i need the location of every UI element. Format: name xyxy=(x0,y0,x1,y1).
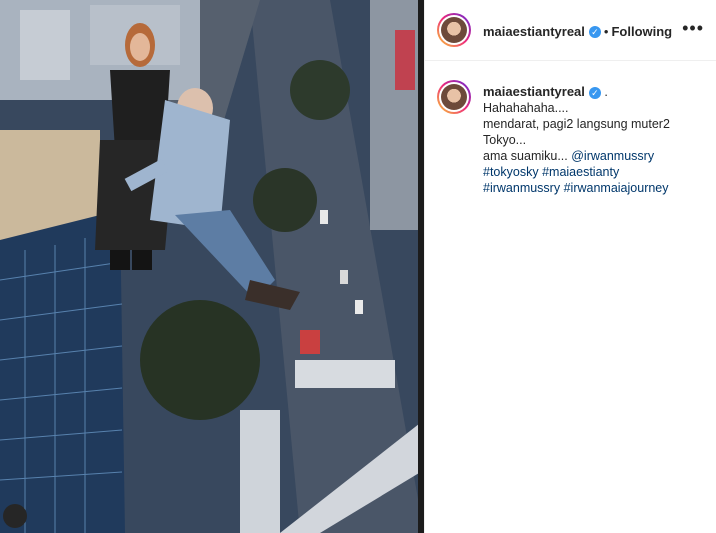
caption-trailing-dot: . xyxy=(604,85,608,99)
tagged-users-icon[interactable] xyxy=(3,504,27,528)
follow-status-button[interactable]: Following xyxy=(611,24,672,39)
hashtag-link[interactable]: #maiaestianty xyxy=(542,165,619,179)
caption-line: Hahahahaha.... xyxy=(483,101,569,115)
verified-badge-icon: ✓ xyxy=(588,25,601,38)
profile-avatar[interactable] xyxy=(437,13,471,47)
header-username[interactable]: maiaestiantyreal xyxy=(483,24,585,39)
header-user-line: maiaestiantyreal ✓ • Following xyxy=(483,23,672,41)
caption-line: mendarat, pagi2 langsung muter2 xyxy=(483,117,670,131)
post-caption: maiaestiantyreal ✓ . Hahahahaha.... menda… xyxy=(483,84,708,196)
caption-line: Tokyo... xyxy=(483,133,527,147)
post-header: maiaestiantyreal ✓ • Following ••• xyxy=(425,0,716,61)
mention-prefix: ama suamiku... xyxy=(483,149,572,163)
post-sidebar: maiaestiantyreal ✓ • Following ••• maiaesti… xyxy=(424,0,716,533)
tokyo-optical-illusion-image xyxy=(0,0,424,533)
hashtag-link[interactable]: #tokyosky xyxy=(483,165,539,179)
caption-username[interactable]: maiaestiantyreal xyxy=(483,84,585,99)
separator-dot: • xyxy=(603,24,609,39)
hashtag-line: #tokyosky #maiaestianty xyxy=(483,164,708,180)
post-photo[interactable] xyxy=(0,0,424,533)
hashtag-link[interactable]: #irwanmaiajourney xyxy=(564,181,669,195)
hashtag-line: #irwanmussry #irwanmaiajourney xyxy=(483,180,708,196)
hashtag-link[interactable]: #irwanmussry xyxy=(483,181,560,195)
caption-user-line: maiaestiantyreal ✓ . xyxy=(483,84,708,100)
caption-avatar[interactable] xyxy=(437,80,471,114)
caption-mention-line: ama suamiku... @irwanmussry xyxy=(483,148,708,164)
more-horizontal-icon[interactable]: ••• xyxy=(682,18,704,39)
verified-badge-icon: ✓ xyxy=(588,86,601,99)
mention-link[interactable]: @irwanmussry xyxy=(571,149,654,163)
